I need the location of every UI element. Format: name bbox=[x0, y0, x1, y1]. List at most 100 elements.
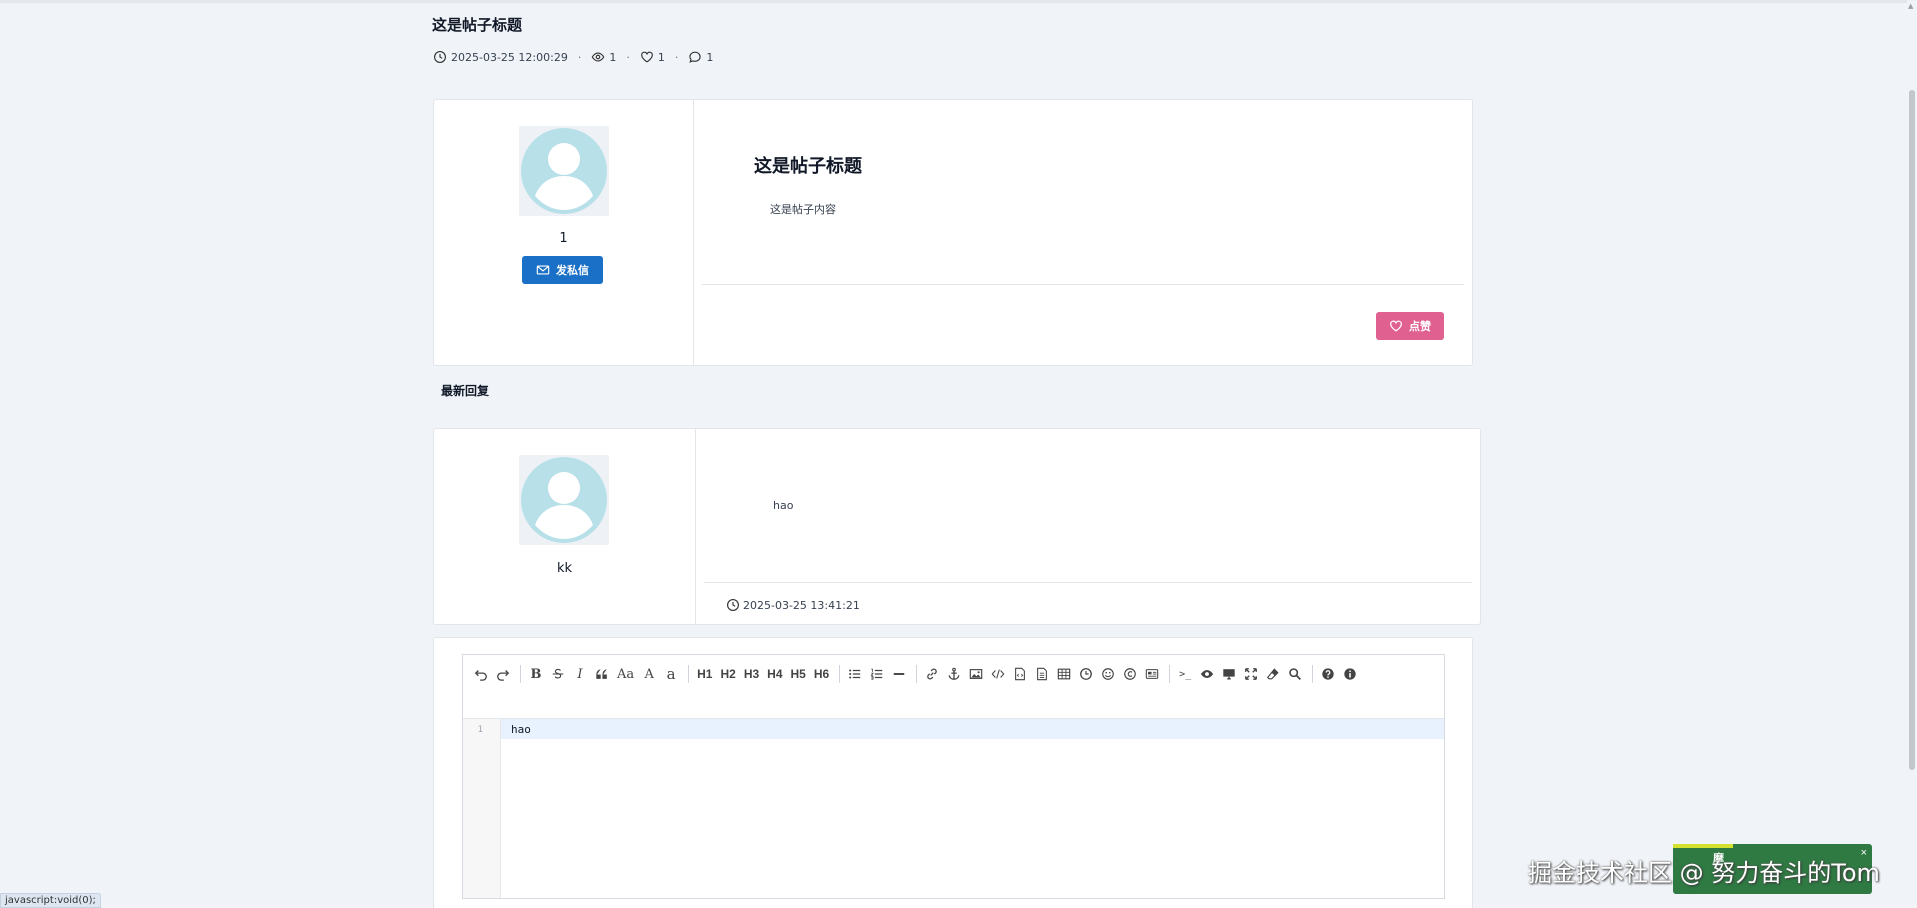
uppercase-first-button[interactable]: Aa bbox=[614, 661, 637, 687]
avatar[interactable] bbox=[519, 455, 609, 545]
post-heading: 这是帖子标题 bbox=[754, 156, 862, 177]
meta-separator: · bbox=[626, 50, 630, 64]
copyright-icon bbox=[1124, 668, 1137, 680]
strikethrough-icon bbox=[552, 668, 564, 679]
heart-icon bbox=[1390, 320, 1402, 332]
scroll-up-arrow-icon[interactable]: ▲ bbox=[1908, 2, 1913, 10]
clear-button[interactable] bbox=[1263, 661, 1283, 687]
line-number: 1 bbox=[477, 725, 483, 735]
datetime-button[interactable] bbox=[1076, 661, 1096, 687]
post-content-panel: 这是帖子标题 这是帖子内容 点赞 bbox=[694, 100, 1472, 365]
markdown-editor: B I Aa A a H1 H2 H3 H4 H5 H6 >_ 1 hao bbox=[462, 654, 1445, 899]
code-icon bbox=[991, 669, 1005, 679]
like-button[interactable]: 点赞 bbox=[1376, 312, 1444, 340]
undo-icon bbox=[474, 670, 487, 681]
anchor-button[interactable] bbox=[944, 661, 964, 687]
toolbar-separator bbox=[1169, 665, 1171, 683]
ordered-list-button[interactable] bbox=[867, 661, 887, 687]
h2-button[interactable]: H2 bbox=[717, 661, 738, 687]
html-entities-button[interactable] bbox=[1120, 661, 1140, 687]
send-message-label: 发私信 bbox=[556, 265, 589, 277]
divider bbox=[704, 582, 1472, 583]
editor-toolbar: B I Aa A a H1 H2 H3 H4 H5 H6 >_ bbox=[463, 655, 1444, 719]
post-author-panel: 1 发私信 bbox=[434, 100, 694, 365]
reply-author-name[interactable]: kk bbox=[434, 561, 695, 576]
list-ol-icon bbox=[870, 668, 883, 680]
redo-button[interactable] bbox=[493, 661, 513, 687]
code-block-button[interactable] bbox=[1010, 661, 1030, 687]
pagebreak-button[interactable] bbox=[1142, 661, 1162, 687]
widget-progress-bar bbox=[1673, 844, 1733, 848]
post-datetime: 2025-03-25 12:00:29 bbox=[451, 50, 568, 64]
active-line bbox=[501, 719, 1444, 739]
reply-time: 2025-03-25 13:41:21 bbox=[726, 598, 860, 612]
bold-button[interactable]: B bbox=[526, 661, 546, 687]
watch-button[interactable] bbox=[1197, 661, 1217, 687]
editor-code-area[interactable]: 1 hao bbox=[463, 719, 1444, 898]
reply-card: kk hao 2025-03-25 13:41:21 bbox=[433, 428, 1481, 625]
table-button[interactable] bbox=[1054, 661, 1074, 687]
file-code-icon bbox=[1015, 667, 1026, 681]
post-card: 1 发私信 这是帖子标题 这是帖子内容 点赞 bbox=[433, 99, 1473, 366]
eye-icon bbox=[591, 52, 605, 62]
info-circle-icon bbox=[1344, 668, 1356, 680]
like-count: 1 bbox=[657, 50, 665, 64]
goto-line-button[interactable]: >_ bbox=[1175, 661, 1195, 687]
info-button[interactable] bbox=[1340, 661, 1360, 687]
clock-icon bbox=[727, 599, 739, 611]
view-count: 1 bbox=[609, 50, 617, 64]
toolbar-separator bbox=[916, 665, 918, 683]
toolbar-separator bbox=[688, 665, 690, 683]
author-name[interactable]: 1 bbox=[434, 231, 693, 246]
divider bbox=[702, 284, 1464, 285]
avatar[interactable] bbox=[519, 126, 609, 216]
scrollbar-thumb[interactable] bbox=[1909, 90, 1915, 770]
h6-button[interactable]: H6 bbox=[811, 661, 832, 687]
undo-button[interactable] bbox=[471, 661, 491, 687]
page-title: 这是帖子标题 bbox=[432, 16, 523, 34]
like-label: 点赞 bbox=[1409, 321, 1431, 333]
reply-datetime: 2025-03-25 13:41:21 bbox=[743, 598, 860, 612]
question-circle-icon bbox=[1322, 668, 1334, 680]
list-ul-icon bbox=[849, 669, 861, 679]
image-icon bbox=[969, 669, 983, 679]
reply-author-panel: kk bbox=[434, 429, 696, 624]
h4-button[interactable]: H4 bbox=[764, 661, 785, 687]
h3-button[interactable]: H3 bbox=[741, 661, 762, 687]
post-meta: 2025-03-25 12:00:29 · 1 · 1 · 1 bbox=[433, 50, 713, 64]
comment-count: 1 bbox=[706, 50, 714, 64]
user-avatar-icon bbox=[521, 128, 607, 214]
preview-button[interactable] bbox=[1219, 661, 1239, 687]
smile-icon bbox=[1102, 668, 1115, 680]
image-button[interactable] bbox=[966, 661, 986, 687]
watermark: 掘金技术社区 @ 努力奋斗的Tom bbox=[1528, 859, 1880, 887]
h5-button[interactable]: H5 bbox=[788, 661, 809, 687]
eye-icon bbox=[1201, 670, 1214, 678]
code-button[interactable] bbox=[988, 661, 1008, 687]
italic-button[interactable]: I bbox=[570, 661, 590, 687]
page-scrollbar[interactable]: ▲ bbox=[1907, 0, 1917, 908]
h1-button[interactable]: H1 bbox=[694, 661, 715, 687]
help-button[interactable] bbox=[1318, 661, 1338, 687]
emoji-button[interactable] bbox=[1098, 661, 1118, 687]
strikethrough-button[interactable] bbox=[548, 661, 568, 687]
toolbar-separator bbox=[520, 665, 521, 683]
anchor-icon bbox=[948, 667, 960, 680]
editor-text[interactable]: hao bbox=[511, 723, 531, 736]
preformatted-button[interactable] bbox=[1032, 661, 1052, 687]
search-icon bbox=[1289, 668, 1302, 680]
quote-button[interactable] bbox=[592, 661, 612, 687]
send-message-button[interactable]: 发私信 bbox=[522, 256, 603, 284]
fullscreen-button[interactable] bbox=[1241, 661, 1261, 687]
search-button[interactable] bbox=[1285, 661, 1305, 687]
horizontal-rule-button[interactable] bbox=[889, 661, 909, 687]
link-button[interactable] bbox=[922, 661, 942, 687]
lowercase-button[interactable]: a bbox=[661, 661, 681, 687]
newspaper-icon bbox=[1145, 669, 1159, 679]
file-text-icon bbox=[1037, 667, 1048, 681]
reply-editor-card: B I Aa A a H1 H2 H3 H4 H5 H6 >_ 1 hao bbox=[433, 637, 1473, 908]
unordered-list-button[interactable] bbox=[845, 661, 865, 687]
uppercase-button[interactable]: A bbox=[639, 661, 659, 687]
redo-icon bbox=[497, 670, 510, 681]
line-gutter: 1 bbox=[463, 719, 501, 898]
